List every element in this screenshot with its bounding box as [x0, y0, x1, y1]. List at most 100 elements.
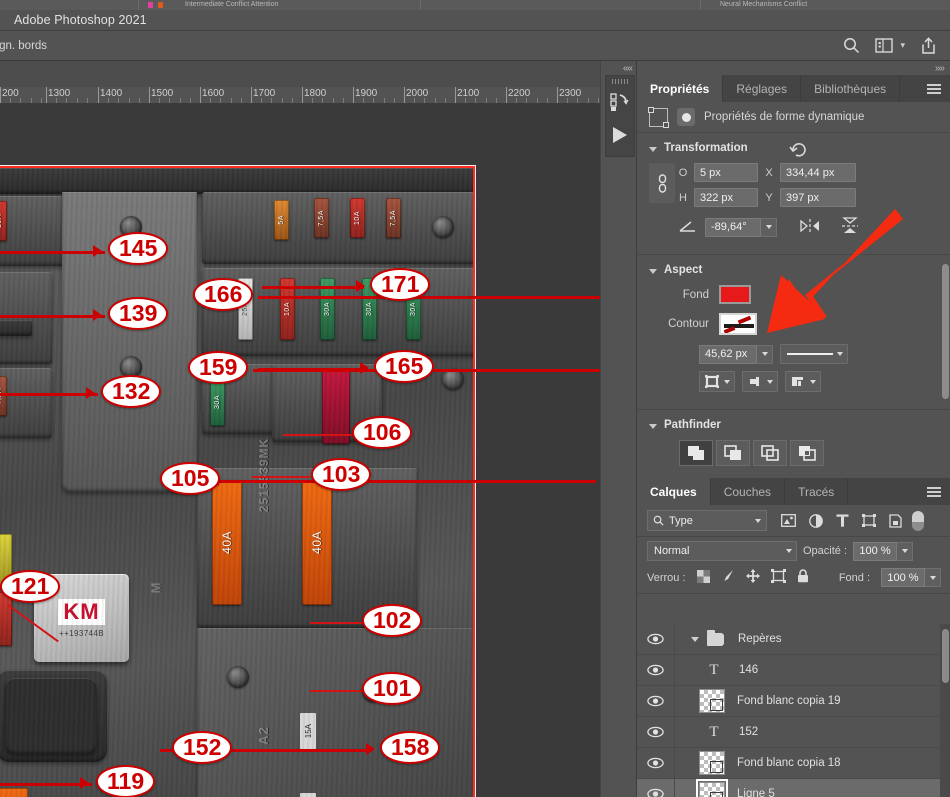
filter-toggle-switch[interactable] [912, 510, 924, 531]
eye-icon[interactable] [637, 779, 675, 797]
tab-reglages[interactable]: Réglages [723, 75, 802, 102]
folder-icon [707, 629, 724, 646]
callout-159: 159 [188, 351, 249, 384]
layer-filter-row: Type [637, 505, 950, 537]
eye-icon[interactable] [637, 686, 675, 716]
angle-field[interactable]: -89,64° [705, 217, 761, 237]
artboard-lock-icon[interactable] [770, 569, 786, 586]
chevron-down-icon[interactable] [691, 636, 699, 642]
brush-lock-icon[interactable] [721, 569, 735, 586]
reset-icon[interactable] [789, 141, 808, 160]
link-dimensions-button[interactable] [649, 163, 675, 203]
stroke-align-dropdown[interactable] [699, 371, 735, 392]
section-title: Pathfinder [664, 419, 721, 431]
flip-horizontal-icon[interactable] [799, 218, 821, 237]
chevron-down-icon [755, 518, 761, 523]
layers-scrollbar-thumb[interactable] [942, 629, 949, 683]
tab-traces[interactable]: Tracés [785, 478, 849, 505]
double-chevron-right-icon[interactable]: »» [935, 63, 945, 74]
leader-line [0, 393, 98, 396]
angle-dropdown-button[interactable] [761, 217, 777, 237]
search-icon[interactable] [841, 36, 861, 56]
image-icon[interactable] [781, 514, 796, 527]
tab-calques[interactable]: Calques [637, 478, 711, 505]
flip-vertical-icon[interactable] [841, 217, 859, 237]
panel-menu-button[interactable] [917, 75, 950, 102]
actions-icon[interactable] [609, 93, 631, 115]
table-row[interactable]: Ligne 5 [637, 779, 950, 797]
layer-name: Ligne 5 [737, 788, 775, 797]
stroke-color-swatch[interactable] [719, 313, 757, 335]
emboss-a2: A2 [255, 726, 271, 745]
table-row[interactable]: Fond blanc copia 19 [637, 686, 950, 717]
arrowhead-icon [93, 309, 102, 321]
pathfinder-intersect-button[interactable] [753, 440, 787, 466]
stroke-corner-dropdown[interactable] [785, 371, 821, 392]
blend-mode-dropdown[interactable]: Normal [647, 541, 797, 561]
shape-mask-icon[interactable] [677, 108, 695, 126]
stroke-cap-dropdown[interactable] [742, 371, 778, 392]
lock-all-icon[interactable] [797, 569, 809, 586]
double-chevron-left-icon[interactable]: «« [623, 63, 633, 74]
move-lock-icon[interactable] [745, 569, 760, 586]
chevron-down-icon[interactable] [649, 268, 657, 274]
properties-scrollbar[interactable] [942, 264, 949, 399]
layers-list[interactable]: Repères T 146 Fond blanc copia 19 T 152 Fond b… [637, 624, 950, 797]
hamburger-icon [927, 83, 941, 94]
table-row[interactable]: Repères [637, 624, 950, 655]
smartobject-icon[interactable] [889, 513, 902, 528]
opacity-dropdown-button[interactable] [897, 541, 914, 561]
document-tab-strip [0, 61, 600, 87]
fill-color-swatch[interactable] [719, 285, 751, 304]
layer-thumbnail[interactable] [699, 751, 725, 775]
tab-proprietes[interactable]: Propriétés [637, 75, 724, 102]
y-field[interactable]: 397 px [780, 188, 856, 207]
callout-121: 121 [0, 570, 61, 603]
chevron-down-icon[interactable] [649, 146, 657, 152]
y-label: Y [765, 191, 773, 204]
adjustment-icon[interactable] [809, 513, 823, 528]
x-field[interactable]: 334,44 px [780, 163, 856, 182]
canvas[interactable]: 7,5A 7,5A 5A 10A 15A 5A 7,5A 5A 7 [0, 104, 600, 797]
text-layer-icon: T [709, 723, 719, 740]
table-row[interactable]: T 146 [637, 655, 950, 686]
layer-thumbnail[interactable] [696, 779, 728, 797]
pathfinder-subtract-button[interactable] [716, 440, 750, 466]
layer-thumbnail[interactable] [699, 689, 725, 713]
share-icon[interactable] [918, 36, 938, 56]
play-icon[interactable] [610, 126, 630, 147]
stroke-width-dropdown[interactable] [757, 344, 773, 364]
os-tab-strip: Intermediate Conflict Attention Neural M… [0, 0, 950, 10]
panel-grip[interactable] [612, 79, 628, 84]
photoshop-window: Intermediate Conflict Attention Neural M… [0, 0, 950, 797]
text-icon[interactable] [836, 514, 849, 527]
eye-icon[interactable] [637, 717, 675, 747]
callout-132: 132 [101, 375, 162, 408]
layer-filter-label: Type [669, 514, 693, 527]
table-row[interactable]: Fond blanc copia 18 [637, 748, 950, 779]
layer-filter-dropdown[interactable]: Type [647, 510, 767, 531]
eye-icon[interactable] [637, 748, 675, 778]
table-row[interactable]: T 152 [637, 717, 950, 748]
stroke-style-dropdown[interactable] [780, 344, 848, 364]
pathfinder-exclude-button[interactable] [790, 440, 824, 466]
tab-bibliotheques[interactable]: Bibliothèques [801, 75, 901, 102]
height-field[interactable]: 322 px [694, 188, 758, 207]
width-field[interactable]: 5 px [694, 163, 758, 182]
fill-field[interactable]: 100 % [881, 568, 925, 587]
fill-dropdown-button[interactable] [925, 568, 941, 587]
eye-icon[interactable] [637, 624, 675, 654]
chevron-down-icon[interactable]: ▾ [900, 40, 905, 51]
transparency-lock-icon[interactable] [696, 569, 710, 586]
tab-couches[interactable]: Couches [711, 478, 786, 505]
workspace-icon[interactable] [874, 36, 894, 56]
panel-menu-button[interactable] [917, 478, 950, 505]
chevron-down-icon[interactable] [649, 423, 657, 429]
x-label: X [765, 166, 773, 179]
shape-icon[interactable] [862, 514, 876, 527]
opacity-field[interactable]: 100 % [853, 541, 898, 561]
document-area[interactable]: 200 1300 1400 1500 1600 1700 1800 1900 2000 2100 2… [0, 61, 600, 797]
pathfinder-unite-button[interactable] [679, 440, 713, 466]
eye-icon[interactable] [637, 655, 675, 685]
stroke-width-field[interactable]: 45,62 px [699, 344, 757, 364]
